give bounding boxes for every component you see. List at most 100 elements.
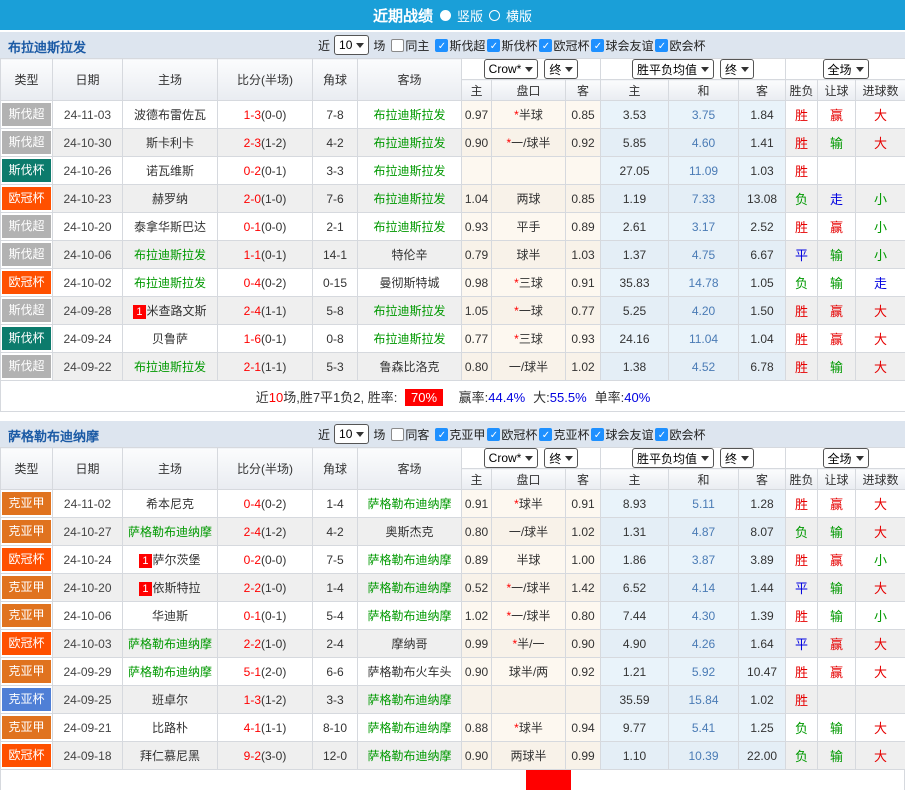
avg-lose: 6.78 [739, 353, 786, 381]
league-badge: 斯伐超 [1, 353, 53, 381]
checkbox-checked-icon[interactable]: ✓ [435, 428, 448, 441]
league-filter[interactable]: ✓欧冠杯 [539, 37, 589, 54]
checkbox-checked-icon[interactable]: ✓ [655, 428, 668, 441]
avg-source-select[interactable]: 胜平负均值 [632, 59, 714, 79]
scope-select[interactable]: 全场 [823, 448, 869, 468]
radio-unselected-icon[interactable] [489, 10, 500, 21]
checkbox-checked-icon[interactable]: ✓ [655, 39, 668, 52]
avg-draw: 3.17 [669, 213, 739, 241]
home-water [462, 686, 492, 714]
avg-source-select[interactable]: 胜平负均值 [632, 448, 714, 468]
match-date: 24-10-30 [53, 129, 123, 157]
avg-draw: 4.14 [669, 574, 739, 602]
result-outcome: 负 [786, 269, 818, 297]
checkbox-unchecked-icon[interactable] [391, 39, 404, 52]
checkbox-checked-icon[interactable]: ✓ [591, 39, 604, 52]
league-filter[interactable]: ✓克亚甲 [435, 426, 485, 443]
home-team: 贝鲁萨 [123, 325, 218, 353]
same-venue-filter[interactable]: 同客 [391, 426, 429, 443]
result-goals: 大 [856, 518, 905, 546]
result-outcome: 负 [786, 714, 818, 742]
checkbox-checked-icon[interactable]: ✓ [591, 428, 604, 441]
league-filter[interactable]: ✓欧会杯 [655, 426, 705, 443]
checkbox-checked-icon[interactable]: ✓ [539, 428, 552, 441]
away-team: 曼彻斯特城 [358, 269, 462, 297]
match-date: 24-11-03 [53, 101, 123, 129]
radio-vertical-label[interactable]: 竖版 [457, 6, 483, 25]
avg-win: 2.61 [601, 213, 669, 241]
avg-lose: 10.47 [739, 658, 786, 686]
col-home: 主场 [123, 59, 218, 101]
away-team: 布拉迪斯拉发 [358, 185, 462, 213]
odds-period-select[interactable]: 终 [544, 448, 578, 468]
result-handicap: 赢 [818, 213, 856, 241]
result-outcome: 胜 [786, 129, 818, 157]
away-water [566, 157, 601, 185]
league-filter[interactable]: ✓欧会杯 [655, 37, 705, 54]
league-filter[interactable]: ✓球会友谊 [591, 37, 653, 54]
avg-win: 1.21 [601, 658, 669, 686]
league-filter[interactable]: ✓克亚杯 [539, 426, 589, 443]
result-handicap [818, 157, 856, 185]
home-water: 0.97 [462, 101, 492, 129]
league-filter[interactable]: ✓斯伐杯 [487, 37, 537, 54]
league-badge: 克亚甲 [1, 658, 53, 686]
summary-2-red-box-cutoff [526, 770, 571, 790]
avg-win: 1.19 [601, 185, 669, 213]
away-water: 0.91 [566, 490, 601, 518]
home-water: 1.02 [462, 602, 492, 630]
handicap: 球半 [492, 241, 566, 269]
avg-period-select[interactable]: 终 [720, 448, 754, 468]
match-row: 斯伐杯24-09-24贝鲁萨1-6(0-1)0-8布拉迪斯拉发0.77*三球0.… [1, 325, 905, 353]
odds-source-select[interactable]: Crow* [484, 59, 539, 79]
score: 1-6(0-1) [218, 325, 313, 353]
checkbox-checked-icon[interactable]: ✓ [435, 39, 448, 52]
checkbox-unchecked-icon[interactable] [391, 428, 404, 441]
corner-score: 1-4 [313, 490, 358, 518]
avg-win: 6.52 [601, 574, 669, 602]
radio-selected-icon[interactable] [440, 10, 451, 21]
league-filter-label: 斯伐杯 [501, 37, 537, 54]
col-away: 客场 [358, 448, 462, 490]
match-date: 24-10-27 [53, 518, 123, 546]
odds-source-select[interactable]: Crow* [484, 448, 539, 468]
radio-horizontal-label[interactable]: 横版 [506, 6, 532, 25]
result-goals: 大 [856, 325, 905, 353]
avg-draw: 4.26 [669, 630, 739, 658]
avg-draw: 4.60 [669, 129, 739, 157]
result-goals: 大 [856, 490, 905, 518]
league-filter[interactable]: ✓欧冠杯 [487, 426, 537, 443]
checkbox-checked-icon[interactable]: ✓ [487, 428, 500, 441]
checkbox-checked-icon[interactable]: ✓ [539, 39, 552, 52]
corner-score: 14-1 [313, 241, 358, 269]
league-filter[interactable]: ✓球会友谊 [591, 426, 653, 443]
away-team: 布拉迪斯拉发 [358, 101, 462, 129]
league-filter[interactable]: ✓斯伐超 [435, 37, 485, 54]
match-count-select[interactable]: 10 [334, 35, 369, 55]
section-divider [0, 412, 905, 421]
subcol-home-odds: 主 [462, 469, 492, 490]
section-team-1: 布拉迪斯拉发 近 10 场 同主 ✓斯伐超✓斯伐杯✓欧冠杯✓球会友谊✓欧会杯 类… [0, 32, 905, 412]
same-venue-filter[interactable]: 同主 [391, 37, 429, 54]
checkbox-checked-icon[interactable]: ✓ [487, 39, 500, 52]
scope-select[interactable]: 全场 [823, 59, 869, 79]
subcol-avg-lose: 客 [739, 80, 786, 101]
league-badge: 克亚甲 [1, 714, 53, 742]
home-team: 1萨尔茨堡 [123, 546, 218, 574]
avg-draw: 5.11 [669, 490, 739, 518]
avg-period-select[interactable]: 终 [720, 59, 754, 79]
handicap: 半球 [492, 546, 566, 574]
subcol-goals-result: 进球数 [856, 469, 905, 490]
match-count-select[interactable]: 10 [334, 424, 369, 444]
win-rate-badge: 70% [405, 389, 443, 406]
avg-lose: 1.03 [739, 157, 786, 185]
away-team: 布拉迪斯拉发 [358, 325, 462, 353]
match-date: 24-10-06 [53, 241, 123, 269]
handicap: 一/球半 [492, 518, 566, 546]
avg-lose: 13.08 [739, 185, 786, 213]
summary-stats: 赢率:44.4%大:55.5%单率:40% [451, 390, 651, 405]
home-team: 比路朴 [123, 714, 218, 742]
summary-row: 近10场,胜7平1负2, 胜率: 70% 赢率:44.4%大:55.5%单率:4… [1, 381, 905, 412]
odds-period-select[interactable]: 终 [544, 59, 578, 79]
avg-draw: 4.75 [669, 241, 739, 269]
